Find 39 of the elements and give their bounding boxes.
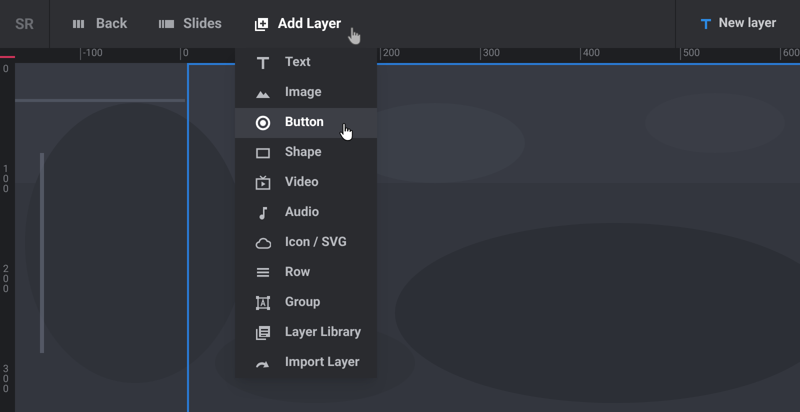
tv-icon [255, 175, 271, 191]
ruler-label: 600 [780, 48, 800, 60]
ruler-label: 100 [3, 165, 10, 195]
ruler-label: 500 [680, 48, 700, 60]
ruler-marker [0, 56, 15, 58]
cloud-icon [255, 235, 271, 251]
menu-item[interactable]: Group [235, 288, 377, 318]
text-icon [700, 18, 712, 30]
menu-item[interactable]: Import Layer [235, 348, 377, 378]
menu-item[interactable]: Image [235, 78, 377, 108]
toolbar-button[interactable]: Back [62, 8, 138, 40]
ruler-label: -100 [80, 48, 103, 60]
ruler-label: 0 [180, 48, 189, 60]
menu-item[interactable]: Button [235, 108, 377, 138]
hand-cursor-icon [347, 27, 361, 45]
ruler-label: 0 [3, 65, 10, 75]
menu-item[interactable]: Audio [235, 198, 377, 228]
group-icon [255, 295, 271, 311]
menu-item[interactable]: Layer Library [235, 318, 377, 348]
menu-item[interactable]: Shape [235, 138, 377, 168]
hand-cursor-icon [339, 123, 353, 141]
toolbar-button[interactable]: Add Layer [244, 8, 352, 40]
ruler-label: 200 [3, 265, 10, 295]
ruler-label: 300 [3, 365, 10, 395]
ruler-label: 200 [380, 48, 400, 60]
new-layer-button[interactable]: New layer [696, 10, 780, 38]
menu-item[interactable]: Text [235, 48, 377, 78]
ruler-label: 300 [480, 48, 500, 60]
rectangle-icon [255, 145, 271, 161]
menu-item[interactable]: Row [235, 258, 377, 288]
radio-icon [255, 115, 271, 131]
logo: SR [15, 14, 34, 35]
add-layer-icon [254, 16, 269, 32]
text-icon [255, 55, 271, 71]
ruler-label: 400 [580, 48, 600, 60]
library-icon [255, 325, 271, 341]
menu-item[interactable]: Icon / SVG [235, 228, 377, 258]
menu-item[interactable]: Video [235, 168, 377, 198]
toolbar-button[interactable]: Slides [149, 8, 232, 40]
